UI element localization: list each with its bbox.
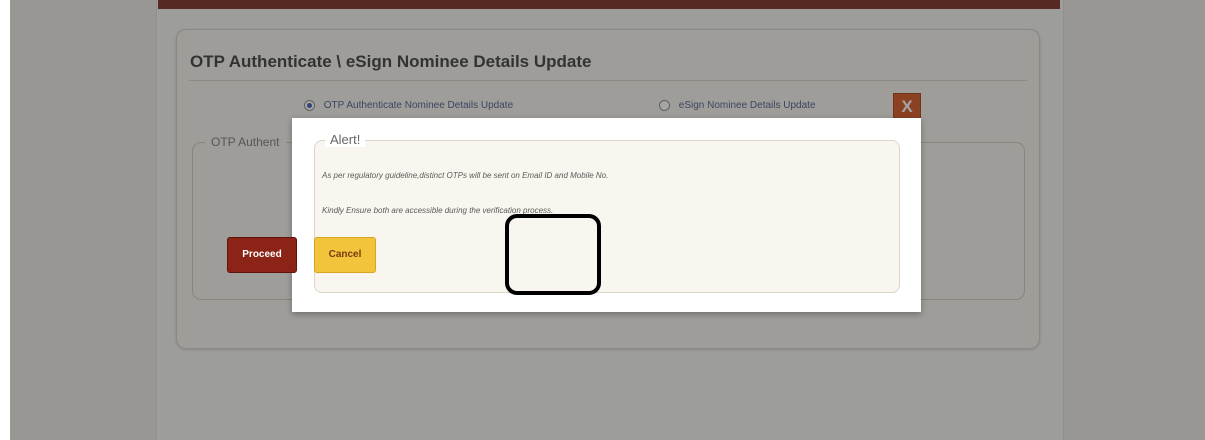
cancel-button[interactable]: Cancel [314, 237, 376, 273]
screen: OTP Authenticate \ eSign Nominee Details… [0, 0, 1205, 440]
left-gutter [0, 0, 10, 440]
alert-message-line-1: As per regulatory guideline,distinct OTP… [322, 171, 609, 180]
alert-title: Alert! [325, 132, 366, 147]
proceed-highlight-ring [505, 214, 601, 295]
proceed-button[interactable]: Proceed [227, 237, 297, 273]
alert-dialog: Alert! As per regulatory guideline,disti… [292, 118, 921, 312]
alert-fieldset: Alert! As per regulatory guideline,disti… [314, 132, 900, 293]
